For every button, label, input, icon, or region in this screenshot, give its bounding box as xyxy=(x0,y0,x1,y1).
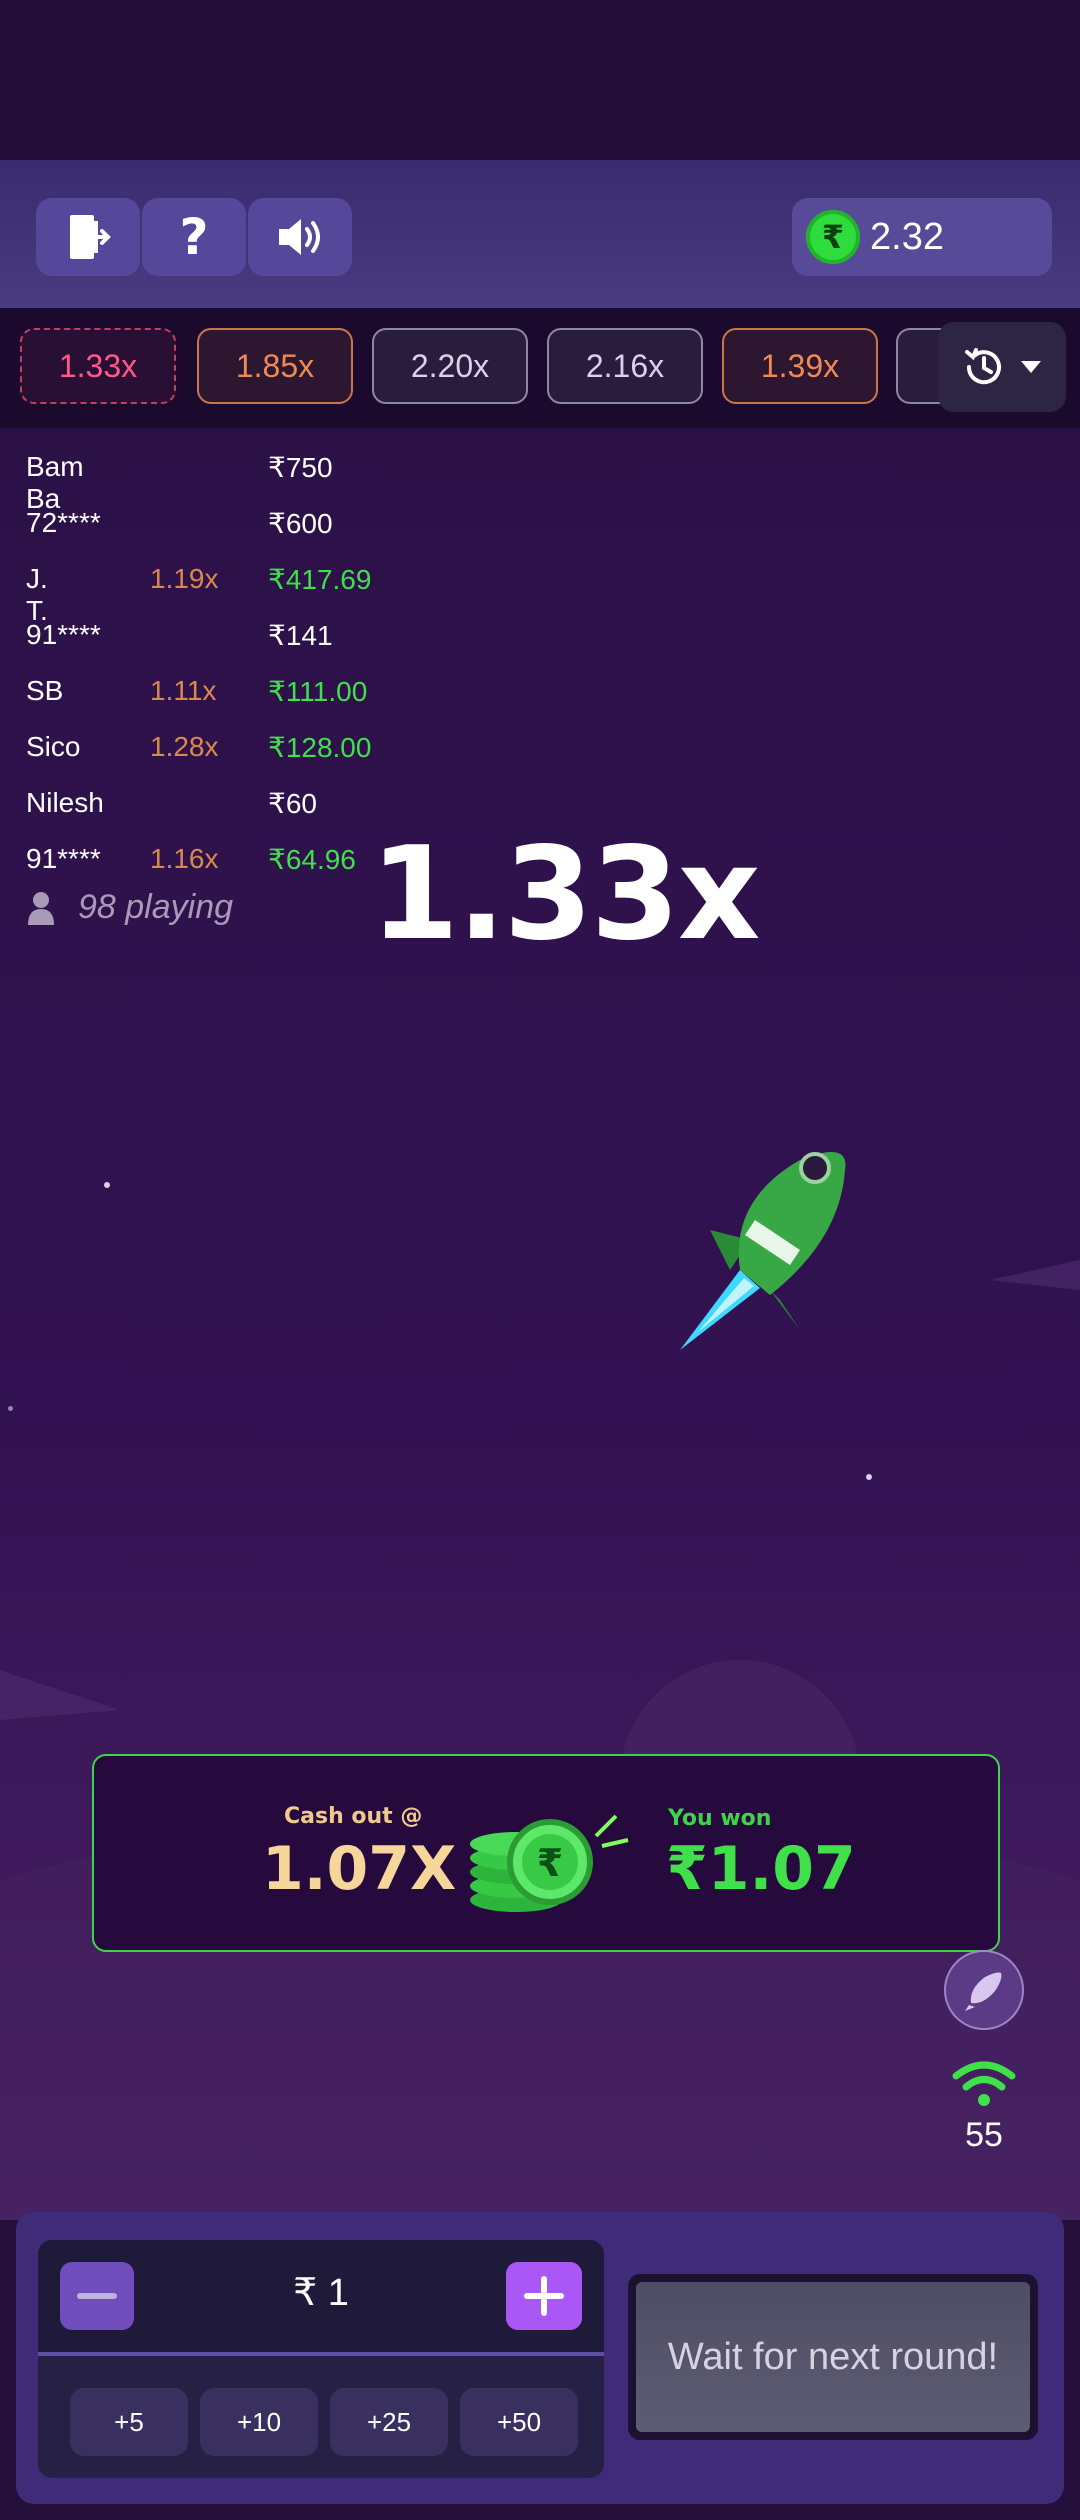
won-value: ₹1.07 xyxy=(666,1834,856,1904)
star xyxy=(104,1182,110,1188)
coin-stack-icon: ₹ xyxy=(470,1814,629,1912)
history-item[interactable]: 1.33x xyxy=(20,328,176,404)
player-name: SB xyxy=(26,675,64,706)
speaker-icon xyxy=(279,219,320,255)
question-icon: ? xyxy=(179,208,209,266)
help-button[interactable]: ? xyxy=(142,198,246,276)
increase-stake-button[interactable] xyxy=(506,2262,582,2330)
player-amount: ₹750 xyxy=(268,452,333,483)
player-name: 91**** xyxy=(26,619,101,650)
won-label: You won xyxy=(668,1806,772,1831)
player-name: 72**** xyxy=(26,507,101,538)
cashout-value: 1.07X xyxy=(262,1834,457,1904)
svg-text:₹: ₹ xyxy=(537,1841,563,1885)
cashout-label: Cash out @ xyxy=(284,1804,423,1829)
stake-control: ₹ 1 +5 +10 +25 +50 xyxy=(38,2240,604,2478)
player-multiplier: 1.11x xyxy=(150,675,217,706)
player-amount: ₹141 xyxy=(268,620,333,651)
history-item[interactable]: 1.39x xyxy=(722,328,878,404)
ping-value: 55 xyxy=(965,2116,1003,2154)
player-amount: ₹111.00 xyxy=(268,676,368,707)
star xyxy=(8,1406,13,1411)
player-name: Nilesh xyxy=(26,787,104,818)
history-item[interactable]: 1.85x xyxy=(197,328,353,404)
quick-add-button[interactable]: +25 xyxy=(330,2388,448,2456)
history-clock-icon xyxy=(965,348,1001,385)
chevron-down-icon xyxy=(1021,361,1041,373)
player-multiplier: 1.16x xyxy=(150,843,219,874)
auto-bet-rocket-button[interactable] xyxy=(944,1950,1024,2030)
history-item[interactable]: 2.16x xyxy=(547,328,703,404)
wait-next-round-button[interactable]: Wait for next round! xyxy=(628,2274,1038,2440)
bet-panel: ₹ 1 +5 +10 +25 +50 Wait for next round! xyxy=(16,2212,1064,2504)
current-multiplier: 1.33x xyxy=(370,820,760,969)
playing-count-text: 98 playing xyxy=(78,888,234,926)
history-toggle-button[interactable] xyxy=(938,322,1066,412)
exit-door-icon xyxy=(70,215,111,259)
rocket-icon xyxy=(680,1152,846,1350)
wifi-icon xyxy=(952,2061,1016,2106)
player-amount: ₹600 xyxy=(268,508,333,539)
quick-add-button[interactable]: +5 xyxy=(70,2388,188,2456)
player-multiplier: 1.28x xyxy=(150,731,219,762)
quick-add-button[interactable]: +50 xyxy=(460,2388,578,2456)
connection-status: 55 xyxy=(944,2060,1024,2155)
history-item[interactable]: 2.20x xyxy=(372,328,528,404)
player-name: Bam Ba xyxy=(26,451,84,514)
quick-add-button[interactable]: +10 xyxy=(200,2388,318,2456)
rocket-small-icon xyxy=(965,1972,1002,2011)
exit-button[interactable] xyxy=(36,198,140,276)
top-toolbar: ? ₹ 2.32 xyxy=(0,160,1080,308)
person-icon xyxy=(28,891,54,925)
wait-next-round-label: Wait for next round! xyxy=(636,2282,1030,2432)
player-name: Sico xyxy=(26,731,81,762)
player-name: J. T. xyxy=(26,563,48,626)
sound-button[interactable] xyxy=(248,198,352,276)
plus-icon xyxy=(524,2276,564,2316)
playing-count: 98 playing xyxy=(26,888,233,927)
balance-display[interactable]: ₹ 2.32 xyxy=(792,198,1052,276)
player-amount: ₹64.96 xyxy=(268,844,356,875)
rupee-coin-icon: ₹ xyxy=(806,210,860,264)
balance-value: 2.32 xyxy=(870,215,944,258)
stake-row: ₹ 1 xyxy=(38,2240,604,2356)
multiplier-history: 1.33x 1.85x 2.20x 2.16x 1.39x xyxy=(0,308,1080,428)
player-multiplier: 1.19x xyxy=(150,563,219,594)
cashout-banner: Cash out @ 1.07X ₹ You won ₹1.07 xyxy=(92,1754,1000,1952)
player-amount: ₹128.00 xyxy=(268,732,372,763)
player-name: 91**** xyxy=(26,843,101,874)
star xyxy=(866,1474,872,1480)
player-amount: ₹417.69 xyxy=(268,564,372,595)
status-bar-area xyxy=(0,0,1080,160)
player-amount: ₹60 xyxy=(268,788,317,819)
